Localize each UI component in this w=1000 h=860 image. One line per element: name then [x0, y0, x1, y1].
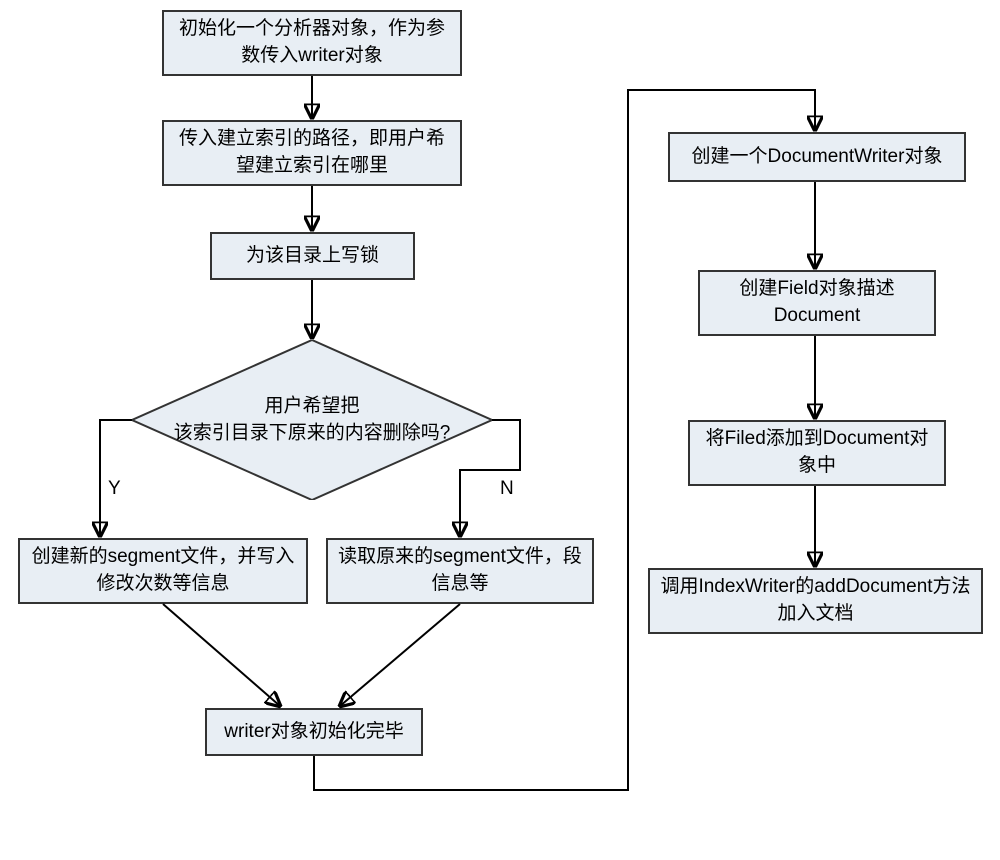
node-text: 传入建立索引的路径，即用户希望建立索引在哪里 — [174, 126, 450, 179]
node-add-field: 将Filed添加到Document对象中 — [688, 420, 946, 486]
node-create-docwriter: 创建一个DocumentWriter对象 — [668, 132, 966, 182]
branch-label-no: N — [500, 478, 514, 500]
node-text: 调用IndexWriter的addDocument方法加入文档 — [660, 574, 971, 627]
node-add-document: 调用IndexWriter的addDocument方法加入文档 — [648, 568, 983, 634]
decision-delete-content: 用户希望把 该索引目录下原来的内容删除吗? — [132, 340, 492, 500]
node-read-segment: 读取原来的segment文件，段信息等 — [326, 538, 594, 604]
node-writer-done: writer对象初始化完毕 — [205, 708, 423, 756]
node-text: 读取原来的segment文件，段信息等 — [338, 544, 582, 597]
branch-label-yes: Y — [108, 478, 121, 500]
node-text: 创建新的segment文件，并写入修改次数等信息 — [30, 544, 296, 597]
node-text: 初始化一个分析器对象，作为参数传入writer对象 — [174, 16, 450, 69]
node-write-lock: 为该目录上写锁 — [210, 232, 415, 280]
node-index-path: 传入建立索引的路径，即用户希望建立索引在哪里 — [162, 120, 462, 186]
node-text: 将Filed添加到Document对象中 — [700, 426, 934, 479]
node-text: 创建一个DocumentWriter对象 — [692, 144, 943, 171]
node-create-segment: 创建新的segment文件，并写入修改次数等信息 — [18, 538, 308, 604]
node-text: 为该目录上写锁 — [246, 243, 379, 270]
decision-text: 用户希望把 该索引目录下原来的内容删除吗? — [150, 393, 474, 446]
node-create-field: 创建Field对象描述Document — [698, 270, 936, 336]
node-init-analyzer: 初始化一个分析器对象，作为参数传入writer对象 — [162, 10, 462, 76]
node-text: 创建Field对象描述Document — [710, 276, 924, 329]
node-text: writer对象初始化完毕 — [224, 719, 403, 746]
